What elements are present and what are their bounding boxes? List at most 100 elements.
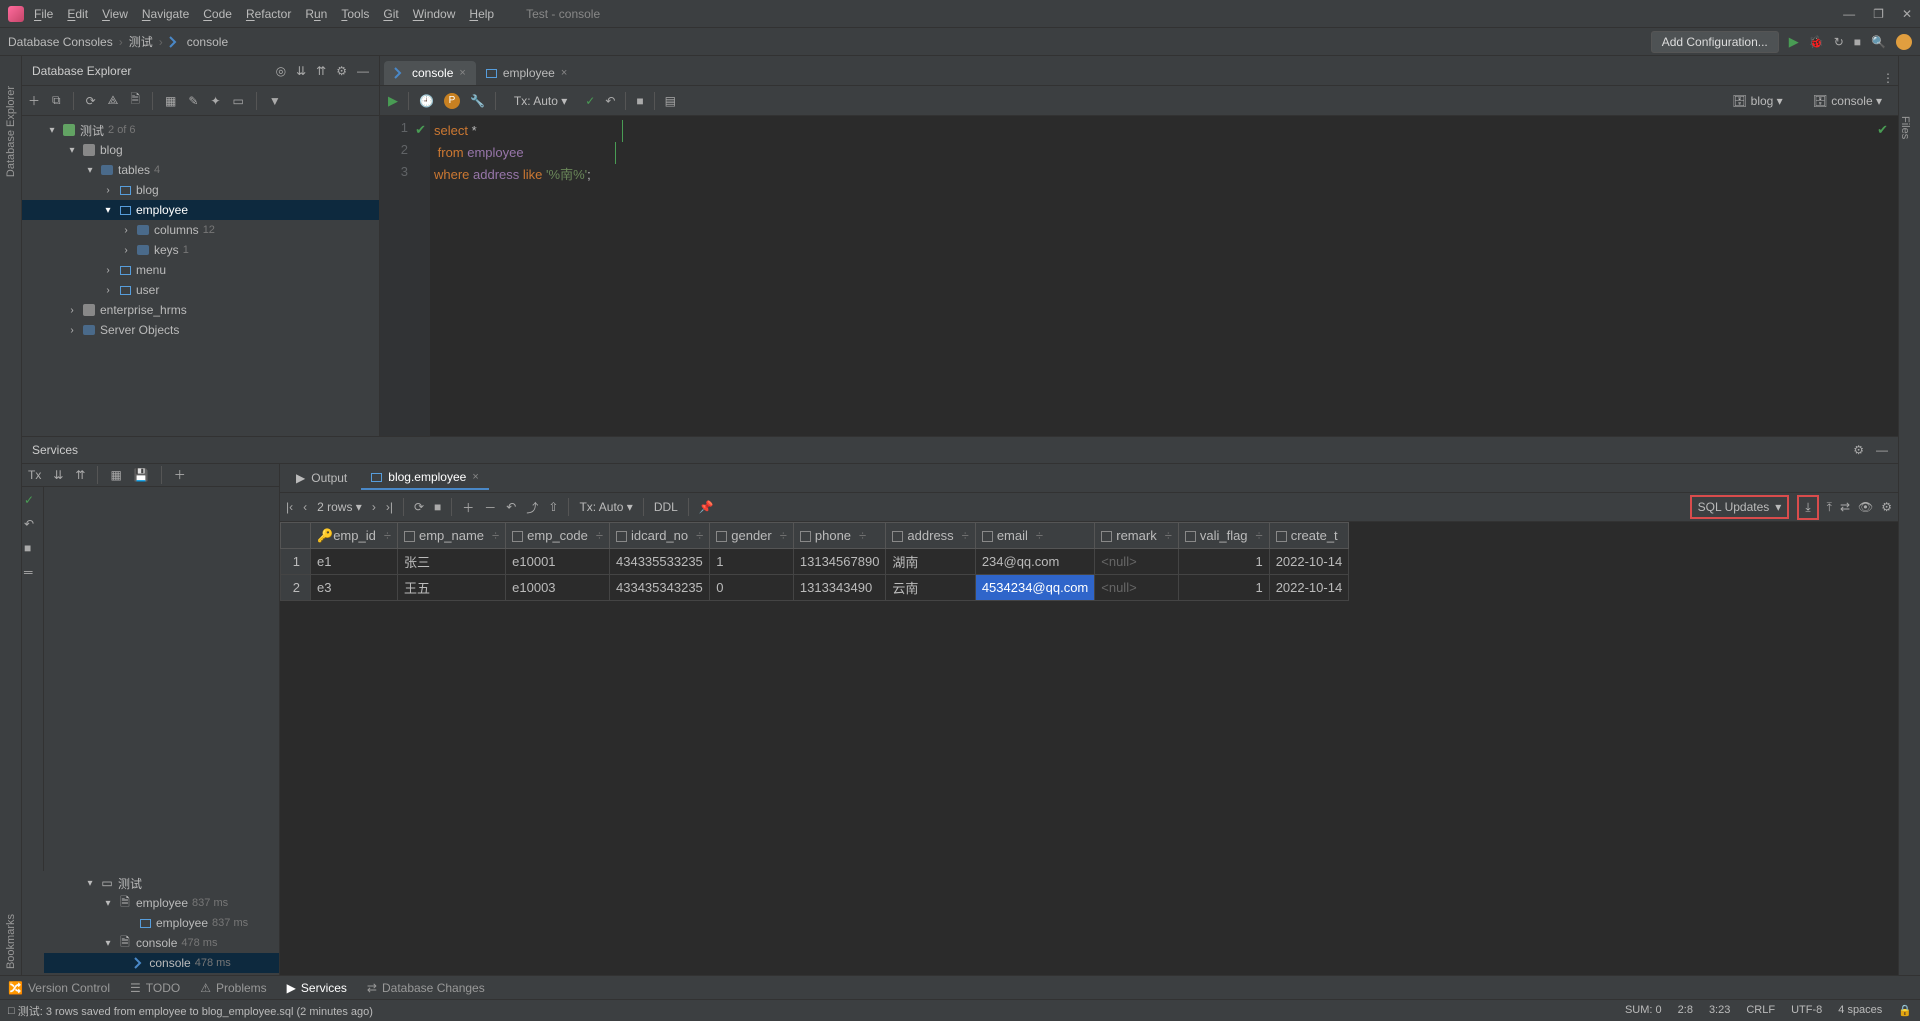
close-tab-icon[interactable]: × [561,67,567,79]
col-gender[interactable]: gender÷ [710,523,794,549]
rail-db-explorer[interactable]: Database Explorer [5,86,17,177]
ddl-button[interactable]: DDL [654,500,678,514]
status-line-sep[interactable]: CRLF [1746,1004,1775,1017]
duplicate-icon[interactable]: ⧉ [52,93,61,108]
submit-icon[interactable]: ⇧ [548,500,558,514]
status-indent[interactable]: 4 spaces [1838,1004,1882,1017]
cancel-query-icon[interactable]: ■ [636,94,643,108]
status-sel[interactable]: 3:23 [1709,1004,1730,1017]
breadcrumb-db[interactable]: 测试 [129,33,153,50]
stop-button[interactable]: ■ [1854,35,1861,49]
grid-tx-select[interactable]: Tx: Auto ▾ [579,500,632,514]
tree-table-menu[interactable]: ›menu [22,260,379,280]
tree-schema-blog[interactable]: ▾blog [22,140,379,160]
bb-todo[interactable]: ☰ TODO [130,981,180,995]
tree-keys-folder[interactable]: ›keys1 [22,240,379,260]
expand-all-icon[interactable]: ⇊ [296,64,306,78]
export-format-select[interactable]: SQL Updates ▾ [1690,495,1790,519]
settings-icon[interactable]: ⚙ [336,64,347,78]
commit-icon[interactable]: ✓ [585,94,595,108]
layout-icon[interactable]: ▤ [665,94,676,108]
disconnect-icon[interactable]: 🗎 [130,90,140,111]
session-select[interactable]: 🗄 console ▾ [1805,92,1890,110]
pin-icon[interactable]: 📌 [699,500,714,514]
compress-icon[interactable]: ✦ [210,94,220,108]
view-mode-icon[interactable]: ▭ [233,94,244,108]
edit-icon[interactable]: ✎ [188,94,198,108]
result-tab[interactable]: blog.employee× [361,466,489,490]
svc-tx-icon[interactable]: Tx [28,468,41,482]
breadcrumb-root[interactable]: Database Consoles [8,35,113,49]
menu-help[interactable]: Help [469,7,494,21]
col-emp_id[interactable]: 🔑emp_id÷ [311,523,398,549]
view-icon[interactable]: 👁 [1858,500,1873,514]
minimize-panel-icon[interactable]: — [357,64,369,78]
services-settings-icon[interactable]: ⚙ [1853,443,1864,457]
grid-row[interactable]: 1 e1张三e10001434335533235113134567890湖南23… [281,549,1349,575]
status-lock-icon[interactable]: 🔒 [1898,1004,1912,1017]
tree-table-user[interactable]: ›user [22,280,379,300]
services-minimize-icon[interactable]: — [1876,443,1888,457]
svc-tree-employee-result[interactable]: employee837 ms [44,913,279,933]
svc-save-icon[interactable]: 💾 [134,468,149,482]
result-grid[interactable]: 🔑emp_id÷ emp_name÷ emp_code÷ idcard_no÷ … [280,522,1349,601]
debug-button[interactable]: 🐞 [1809,35,1824,49]
menu-run[interactable]: Run [305,7,327,21]
menu-git[interactable]: Git [383,7,398,21]
rollback-icon[interactable]: ↶ [605,94,615,108]
menu-tools[interactable]: Tools [341,7,369,21]
col-idcard_no[interactable]: idcard_no÷ [610,523,710,549]
filter-icon[interactable]: ▼ [269,94,281,108]
menu-window[interactable]: Window [413,7,456,21]
close-result-icon[interactable]: × [472,471,478,483]
tab-employee[interactable]: employee × [476,61,577,85]
close-tab-icon[interactable]: × [459,67,465,79]
download-button[interactable]: ⤓ [1797,495,1818,520]
tree-columns-folder[interactable]: ›columns12 [22,220,379,240]
menu-view[interactable]: View [102,7,128,21]
last-page-icon[interactable]: ›| [386,500,393,514]
user-avatar-icon[interactable] [1896,34,1912,50]
svc-expand-icon[interactable]: ⇊ [53,468,63,482]
code-editor[interactable]: 1✔ 2 3 select * from employee where addr… [380,116,1898,436]
remove-row-icon[interactable]: － [484,499,496,516]
minimize-button[interactable]: — [1843,7,1855,21]
svc-tree-console-result[interactable]: console478 ms [44,953,279,973]
svc-tree-root[interactable]: ▾▭测试 [44,873,279,893]
bb-services[interactable]: ▶ Services [287,981,347,995]
first-page-icon[interactable]: |‹ [286,500,293,514]
menu-navigate[interactable]: Navigate [142,7,189,21]
prev-page-icon[interactable]: ‹ [303,500,307,514]
svc-add-icon[interactable]: ＋ [174,466,186,483]
reload-grid-icon[interactable]: ⟳ [414,500,424,514]
menu-file[interactable]: File [34,7,53,21]
svc-rollback-button[interactable]: ↶ [24,517,41,531]
svc-tree-console[interactable]: ▾🗎console478 ms [44,933,279,953]
wrench-icon[interactable]: 🔧 [470,94,485,108]
table-view-icon[interactable]: ▦ [165,94,176,108]
add-configuration-button[interactable]: Add Configuration... [1651,31,1779,53]
schema-select[interactable]: 🗄 blog ▾ [1724,92,1791,110]
tab-console[interactable]: console × [384,61,476,85]
svc-tree-employee[interactable]: ▾🗎employee837 ms [44,893,279,913]
maximize-button[interactable]: ❐ [1873,7,1884,21]
explain-plan-icon[interactable]: P [444,93,460,109]
tree-table-blog[interactable]: ›blog [22,180,379,200]
bb-db-changes[interactable]: ⇄ Database Changes [367,981,485,995]
svc-collapse-icon[interactable]: ⇈ [75,468,85,482]
compare-icon[interactable]: ⇄ [1840,500,1850,514]
tree-datasource[interactable]: ▾测试2 of 6 [22,120,379,140]
row-count-label[interactable]: 2 rows ▾ [317,500,362,514]
clone-row-icon[interactable]: ⤴ [526,499,538,516]
next-page-icon[interactable]: › [372,500,376,514]
tree-server-objects[interactable]: ›Server Objects [22,320,379,340]
menu-refactor[interactable]: Refactor [246,7,291,21]
tx-mode-select[interactable]: Tx: Auto ▾ [506,92,575,110]
close-window-button[interactable]: ✕ [1902,7,1912,21]
col-create_t[interactable]: create_t [1269,523,1349,549]
rerun-button[interactable]: ↻ [1834,35,1844,49]
col-emp_name[interactable]: emp_name÷ [397,523,505,549]
rail-files[interactable]: Files [1899,56,1911,139]
menu-edit[interactable]: Edit [67,7,88,21]
output-tab[interactable]: ▶Output [286,467,357,489]
